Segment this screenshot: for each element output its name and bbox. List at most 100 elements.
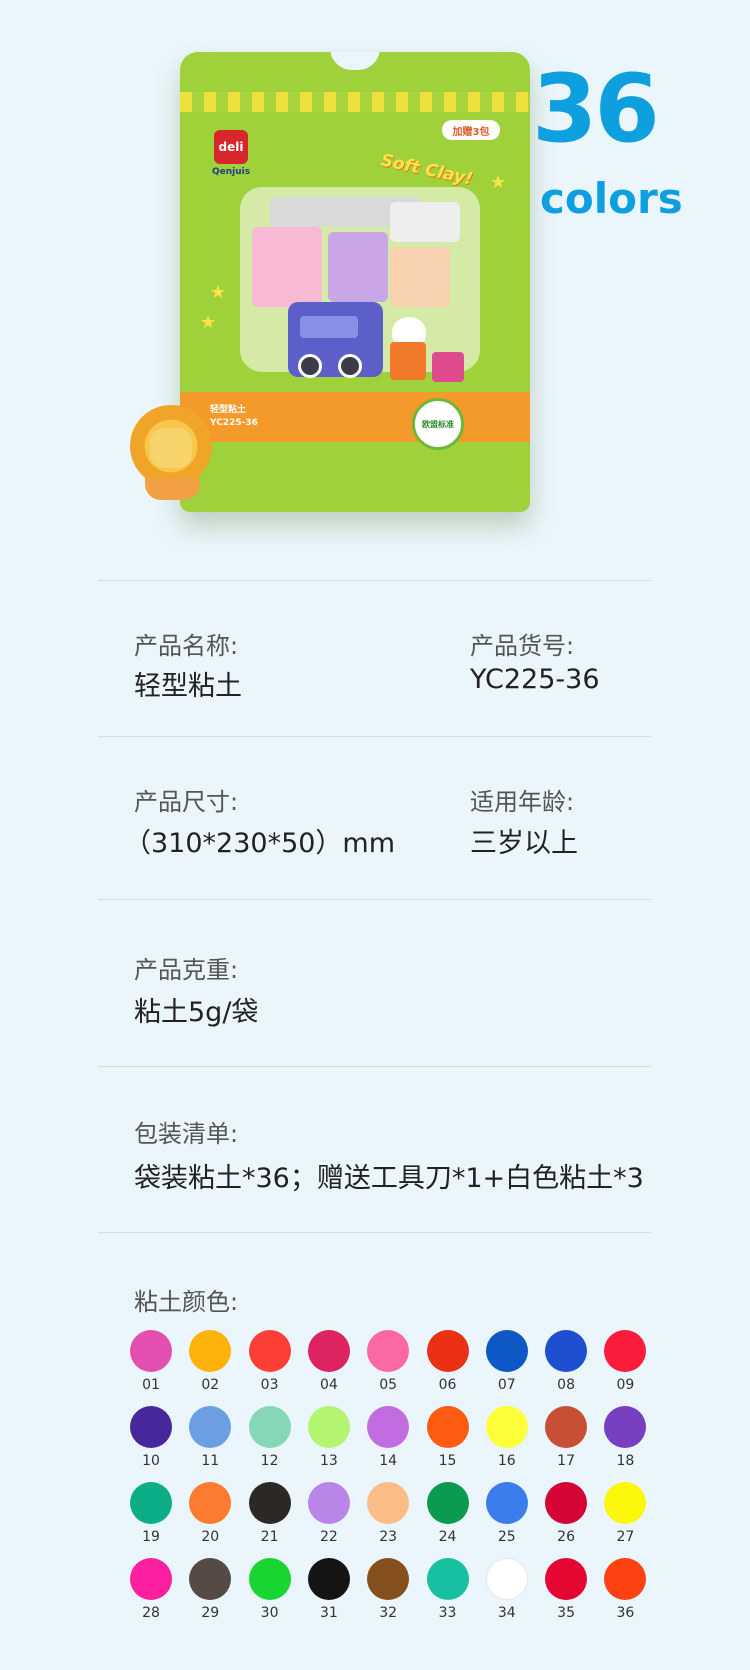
color-swatch: 09 [598,1330,658,1400]
color-swatch: 25 [480,1482,540,1552]
color-swatch-dot [189,1330,232,1372]
colors-label: 粘土颜色: [134,1288,239,1316]
color-swatch-dot [485,1558,528,1600]
bag-label-text: 轻型粘土 YC225-36 [210,404,258,430]
bag-handle [330,52,380,70]
contents-label: 包装清单: [134,1120,239,1148]
sub-brand-logo: Qenjuis [212,167,251,177]
clay-pack [390,202,460,242]
color-swatch-number: 01 [142,1377,160,1393]
color-swatch-dot [307,1482,350,1524]
color-swatch: 03 [243,1330,303,1400]
divider [98,1066,651,1067]
color-swatch-dot [426,1558,469,1600]
product-bag-image: deli Qenjuis 加赠3包 Soft Clay! ★ ★ ★ 轻型粘土 … [180,52,530,512]
star-icon: ★ [490,172,507,193]
age-label: 适用年龄: [470,788,575,816]
color-swatch-dot [426,1406,469,1448]
train-wheel [338,354,362,378]
color-swatch: 01 [124,1330,184,1400]
color-swatch-number: 08 [557,1377,575,1393]
product-code-label: 产品货号: [470,632,575,660]
color-swatch-dot [307,1406,350,1448]
color-swatch-dot [248,1482,291,1524]
color-swatch-number: 13 [319,1453,338,1469]
color-swatch: 14 [361,1406,421,1476]
color-swatch-number: 33 [438,1605,457,1621]
color-swatch: 28 [124,1558,184,1628]
color-swatch-number: 04 [319,1377,338,1393]
color-swatch-number: 25 [497,1529,516,1545]
contents-value: 袋装粘土*36；赠送工具刀*1+白色粘土*3 [134,1163,644,1194]
color-swatch-dot [130,1482,172,1524]
clay-pack [252,227,322,307]
color-swatch-dot [485,1330,528,1372]
color-swatch-number: 36 [616,1605,635,1621]
product-name-value: 轻型粘土 [134,671,242,702]
color-swatch: 16 [480,1406,540,1476]
color-swatch-dot [130,1406,172,1448]
color-swatch: 15 [421,1406,481,1476]
product-size-label: 产品尺寸: [134,788,239,816]
color-swatch-dot [604,1330,647,1372]
color-swatch-number: 02 [201,1377,220,1393]
color-swatch: 17 [539,1406,599,1476]
color-swatch-dot [189,1406,232,1448]
color-swatch: 24 [421,1482,481,1552]
color-swatch-number: 05 [379,1377,398,1393]
divider [98,1232,651,1233]
color-swatch-number: 16 [497,1453,516,1469]
color-swatch: 04 [302,1330,362,1400]
color-swatch-number: 21 [260,1529,279,1545]
star-icon: ★ [200,312,217,333]
color-swatch-number: 23 [379,1529,398,1545]
color-swatch-number: 03 [260,1377,279,1393]
color-swatch-dot [307,1558,350,1600]
color-swatch: 32 [361,1558,421,1628]
color-count-unit: colors [540,174,683,223]
color-swatch: 33 [421,1558,481,1628]
star-icon: ★ [210,282,227,303]
color-swatch-dot [545,1330,588,1372]
color-swatch-number: 30 [260,1605,279,1621]
weight-label: 产品克重: [134,956,239,984]
color-swatch-number: 24 [438,1529,457,1545]
color-swatch: 22 [302,1482,362,1552]
bag-checker-strip [180,92,530,112]
color-swatch-dot [545,1482,588,1524]
color-swatch-number: 15 [438,1453,457,1469]
color-swatch-dot [485,1406,528,1448]
color-swatch-dot [367,1330,410,1372]
color-swatch: 36 [598,1558,658,1628]
clay-pack [328,232,388,302]
color-swatch-number: 07 [497,1377,516,1393]
color-swatch: 18 [598,1406,658,1476]
color-swatch: 07 [480,1330,540,1400]
color-swatch: 13 [302,1406,362,1476]
color-swatch: 26 [539,1482,599,1552]
color-swatch-dot [426,1330,469,1372]
color-swatch: 27 [598,1482,658,1552]
color-swatch: 21 [243,1482,303,1552]
color-swatch-dot [485,1482,528,1524]
color-swatch-dot [604,1482,647,1524]
color-count: 36 [532,55,660,164]
color-swatch: 08 [539,1330,599,1400]
color-swatch-dot [604,1406,647,1448]
color-swatch-dot [426,1482,469,1524]
color-swatch: 30 [243,1558,303,1628]
color-swatch-dot [130,1558,172,1600]
color-swatch-number: 11 [201,1453,220,1469]
color-swatch-number: 12 [260,1453,279,1469]
color-swatch-dot [545,1558,588,1600]
eu-standard-seal: 欧盟标准 [412,398,464,450]
bonus-badge: 加赠3包 [442,120,500,140]
color-swatch-dot [307,1330,350,1372]
color-swatch-number: 26 [557,1529,575,1545]
color-swatch-dot [248,1330,291,1372]
product-code-value: YC225-36 [470,664,600,695]
color-swatch: 35 [539,1558,599,1628]
color-swatch: 19 [124,1482,184,1552]
color-swatch-dot [604,1558,647,1600]
weight-value: 粘土5g/袋 [134,997,259,1028]
